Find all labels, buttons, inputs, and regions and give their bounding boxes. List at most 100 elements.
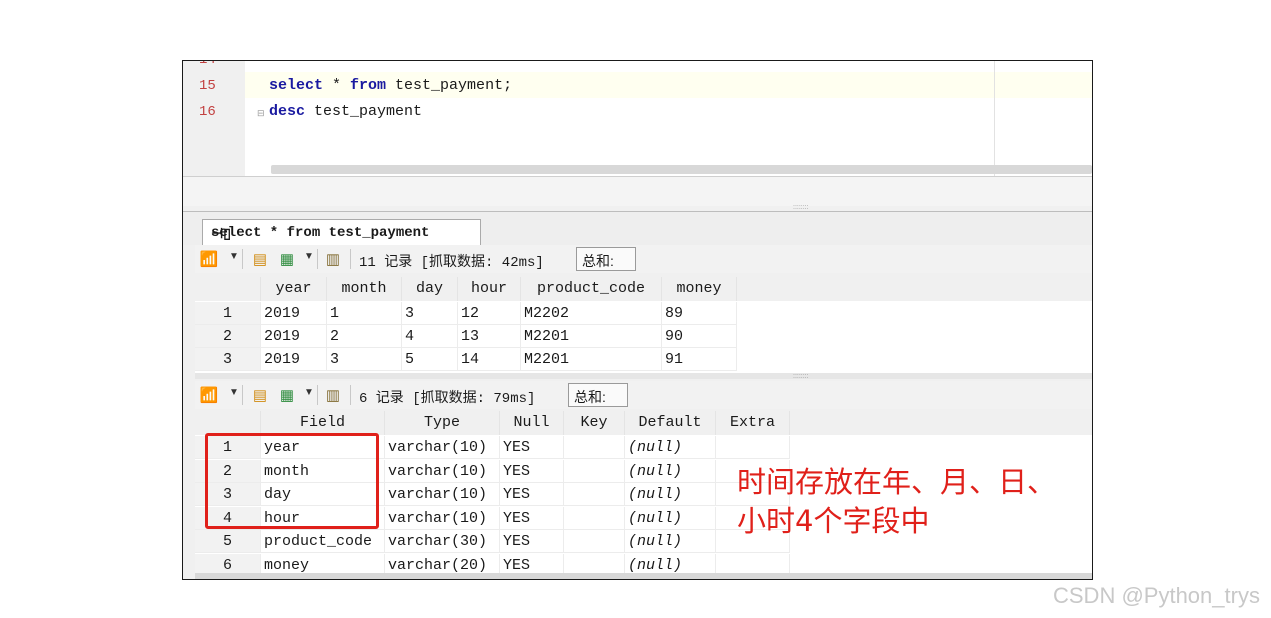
column-header[interactable]: Extra — [716, 411, 790, 435]
export-icon[interactable]: ▤ — [250, 385, 270, 405]
table-cell[interactable]: YES — [500, 483, 564, 506]
column-header[interactable]: hour — [458, 277, 521, 301]
table-cell[interactable]: YES — [500, 506, 564, 530]
pin-icon[interactable]: ⊣▯ — [211, 225, 231, 242]
row-number[interactable]: 5 — [195, 530, 261, 553]
table-cell[interactable] — [564, 506, 625, 530]
table-cell[interactable]: 2019 — [261, 325, 327, 348]
excel-icon[interactable]: ▦ — [277, 385, 297, 405]
toolbar-separator — [317, 249, 318, 269]
table-cell[interactable]: YES — [500, 530, 564, 553]
table-cell[interactable]: 90 — [662, 325, 737, 348]
annotation-line-2: 小时4个字段中 — [737, 504, 930, 538]
code-line[interactable]: select * from test_payment; — [269, 77, 512, 94]
tab-result[interactable]: select * from test_payment ⊣▯ — [202, 219, 481, 245]
row-number[interactable]: 2 — [195, 325, 261, 348]
chevron-down-icon[interactable]: ▼ — [229, 251, 239, 262]
table-cell[interactable]: varchar(20) — [385, 553, 500, 573]
table-cell[interactable]: (null) — [625, 459, 716, 483]
chart-icon[interactable]: 📶 — [199, 385, 219, 405]
row-number[interactable]: 1 — [195, 302, 261, 325]
column-header[interactable]: Type — [385, 411, 500, 435]
table-cell[interactable] — [564, 483, 625, 506]
chevron-down-icon[interactable]: ▼ — [304, 387, 314, 398]
table-cell[interactable]: (null) — [625, 506, 716, 530]
table-cell[interactable]: YES — [500, 459, 564, 483]
log-icon[interactable]: ▥ — [323, 249, 343, 269]
sum-box: 总和: — [568, 383, 628, 407]
horizontal-scrollbar[interactable] — [271, 165, 1092, 174]
table-cell[interactable]: 1 — [327, 302, 402, 325]
table-cell[interactable] — [716, 436, 790, 459]
table-cell[interactable]: 3 — [327, 348, 402, 371]
table-cell[interactable]: money — [261, 553, 385, 573]
column-header[interactable]: Default — [625, 411, 716, 435]
chevron-down-icon[interactable]: ▼ — [304, 251, 314, 262]
table-cell[interactable]: 3 — [402, 302, 458, 325]
table-cell[interactable]: 89 — [662, 302, 737, 325]
column-header[interactable]: Key — [564, 411, 625, 435]
sum-box: 总和: — [576, 247, 636, 271]
table-cell[interactable]: YES — [500, 553, 564, 573]
table-cell[interactable]: varchar(30) — [385, 530, 500, 553]
row-number[interactable]: 3 — [195, 348, 261, 371]
table-cell[interactable]: (null) — [625, 483, 716, 506]
table-cell[interactable]: varchar(10) — [385, 459, 500, 483]
column-header[interactable]: year — [261, 277, 327, 301]
column-header[interactable]: money — [662, 277, 737, 301]
result-tab-bar: select * from test_payment ⊣▯ — [183, 211, 1092, 245]
table-cell[interactable]: 2019 — [261, 348, 327, 371]
excel-icon[interactable]: ▦ — [277, 249, 297, 269]
table-cell[interactable]: 14 — [458, 348, 521, 371]
table-cell[interactable]: (null) — [625, 530, 716, 553]
chart-icon[interactable]: 📶 — [199, 249, 219, 269]
fold-marker-icon[interactable]: ⊟ — [257, 108, 265, 119]
table-cell[interactable]: 2019 — [261, 302, 327, 325]
tab-result-label: select * from test_payment — [211, 225, 430, 241]
chevron-down-icon[interactable]: ▼ — [229, 387, 239, 398]
table-cell[interactable]: 91 — [662, 348, 737, 371]
table-cell[interactable]: 13 — [458, 325, 521, 348]
table-cell[interactable]: M2201 — [521, 348, 662, 371]
table-cell[interactable] — [716, 553, 790, 573]
code-line[interactable]: desc test_payment — [269, 103, 422, 120]
table-cell[interactable]: YES — [500, 436, 564, 459]
row-number[interactable]: 6 — [195, 553, 261, 573]
table-cell[interactable] — [564, 459, 625, 483]
table-cell[interactable]: varchar(10) — [385, 436, 500, 459]
table-cell[interactable] — [564, 530, 625, 553]
splitter-grip[interactable]: :::::::: — [793, 373, 809, 380]
sum-label: 总和: — [582, 253, 614, 269]
export-icon[interactable]: ▤ — [250, 249, 270, 269]
column-header[interactable]: product_code — [521, 277, 662, 301]
grid-splitter[interactable] — [195, 373, 1092, 379]
column-header[interactable]: Field — [261, 411, 385, 435]
table-cell[interactable]: varchar(10) — [385, 483, 500, 506]
splitter-grip[interactable]: :::::::: — [793, 204, 809, 211]
row-number-header — [195, 411, 261, 435]
table-cell[interactable]: M2202 — [521, 302, 662, 325]
toolbar-separator — [350, 385, 351, 405]
table-cell[interactable]: product_code — [261, 530, 385, 553]
horizontal-scrollbar[interactable] — [195, 573, 1092, 579]
table-cell[interactable]: 2 — [327, 325, 402, 348]
table-cell[interactable] — [564, 553, 625, 573]
column-header[interactable]: day — [402, 277, 458, 301]
log-icon[interactable]: ▥ — [323, 385, 343, 405]
table-cell[interactable]: M2201 — [521, 325, 662, 348]
table-cell[interactable]: 4 — [402, 325, 458, 348]
table-cell[interactable]: 5 — [402, 348, 458, 371]
table-cell[interactable]: (null) — [625, 436, 716, 459]
table-cell[interactable]: varchar(10) — [385, 506, 500, 530]
column-header[interactable]: Null — [500, 411, 564, 435]
sql-editor[interactable]: 14 15 16 select * from test_payment; des… — [183, 61, 1092, 206]
record-info: 6 记录 [抓取数据: 79ms] — [359, 391, 536, 407]
table-cell[interactable]: 12 — [458, 302, 521, 325]
toolbar-separator — [242, 385, 243, 405]
result-grid-select[interactable]: year month day hour product_code money 1… — [195, 277, 1092, 373]
table-cell[interactable]: (null) — [625, 553, 716, 573]
grid-header: year month day hour product_code money — [195, 277, 1092, 301]
column-header[interactable]: month — [327, 277, 402, 301]
table-cell[interactable] — [564, 436, 625, 459]
toolbar-separator — [317, 385, 318, 405]
